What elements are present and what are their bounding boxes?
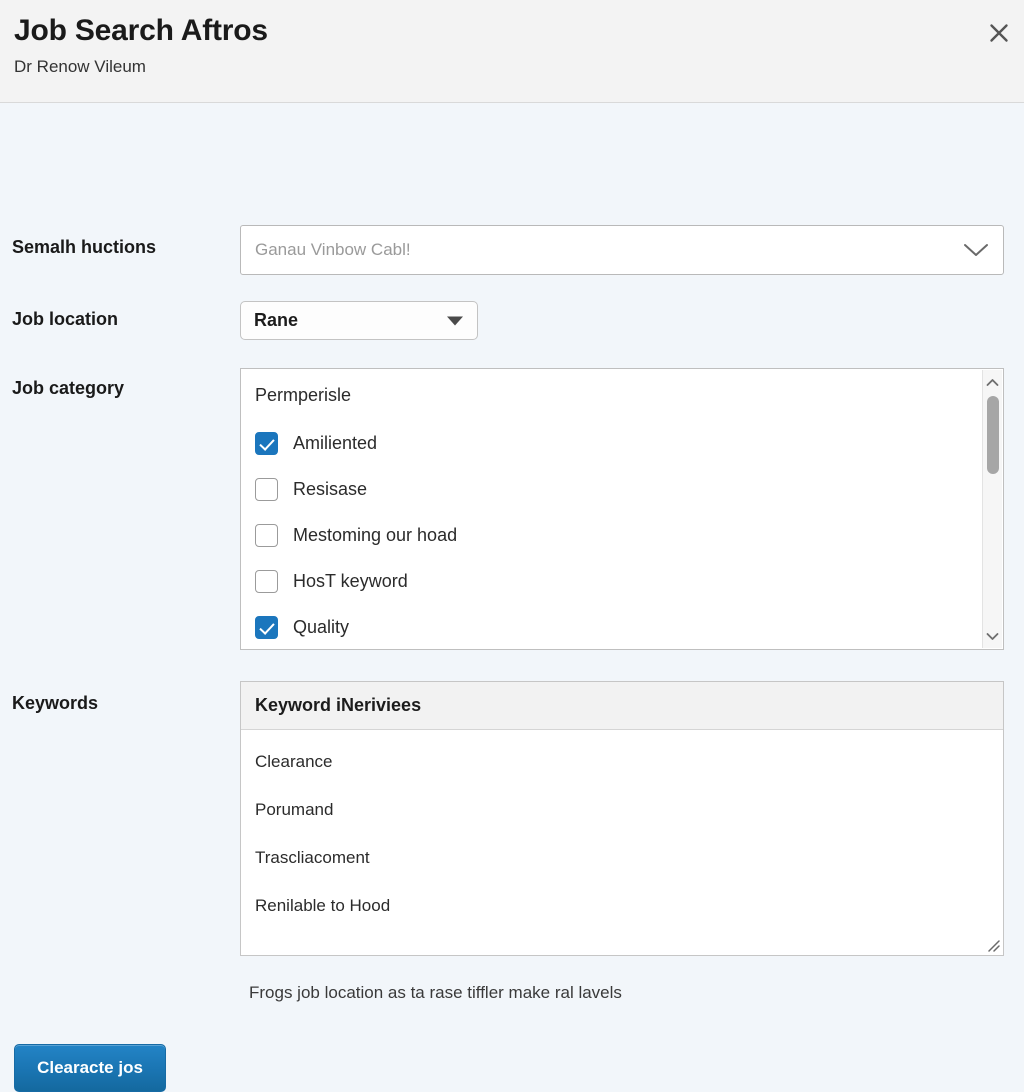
checkbox-icon-unchecked[interactable] <box>255 477 278 501</box>
search-combobox[interactable]: Ganau Vinbow Cabl! <box>240 225 1004 275</box>
list-item[interactable]: Renilable to Hood <box>255 882 1003 930</box>
job-location-value: Rane <box>254 310 299 330</box>
chevron-down-icon <box>964 244 988 256</box>
form-row-location: Job location Rane <box>0 301 1016 340</box>
checkbox-label-0: Amiliented <box>293 433 378 453</box>
list-item[interactable]: Trascliacoment <box>255 834 1003 882</box>
checkbox-label-1: Resisase <box>293 479 368 499</box>
keywords-panel-header: Keyword iNeriviees <box>241 682 1003 730</box>
close-button[interactable] <box>982 16 1016 50</box>
checkbox-icon-checked[interactable] <box>255 431 278 455</box>
scroll-up-button[interactable] <box>983 372 1003 392</box>
checkbox-label-2: Mestoming our hoad <box>293 525 458 545</box>
label-search-functions: Semalh huctions <box>12 237 157 257</box>
list-item[interactable]: Porumand <box>255 786 1003 834</box>
form-row-search: Semalh huctions Ganau Vinbow Cabl! <box>0 225 1016 275</box>
close-icon <box>990 24 1008 42</box>
search-input-placeholder: Ganau Vinbow Cabl! <box>255 240 411 259</box>
dialog-header: Job Search Aftros Dr Renow Vileum <box>0 0 1024 103</box>
job-location-select[interactable]: Rane <box>240 301 478 340</box>
label-job-location: Job location <box>12 309 119 329</box>
scrollbar-track[interactable] <box>983 392 1003 626</box>
label-keywords: Keywords <box>12 693 99 713</box>
job-search-dialog: Job Search Aftros Dr Renow Vileum Semalh… <box>0 0 1024 1092</box>
checkbox-item-0[interactable]: Amiliented <box>255 420 1003 466</box>
scroll-up-arrow-icon <box>986 378 999 386</box>
checkbox-item-2[interactable]: Mestoming our hoad <box>255 512 1003 558</box>
form-row-keywords: Keywords Keyword iNeriviees Clearance Po… <box>0 681 1016 956</box>
resize-grip-icon[interactable] <box>984 936 1000 952</box>
checkbox-icon-unchecked[interactable] <box>255 523 278 547</box>
scrollbar-thumb[interactable] <box>986 396 999 474</box>
form-row-category: Job category Permperisle Amiliented Resi… <box>0 368 1016 650</box>
job-category-listbox[interactable]: Permperisle Amiliented Resisase Mestomin… <box>240 368 1004 650</box>
checkbox-item-1[interactable]: Resisase <box>255 466 1003 512</box>
submit-button[interactable]: Clearacte jos <box>14 1044 166 1092</box>
scroll-down-button[interactable] <box>983 626 1003 646</box>
page-subtitle: Dr Renow Vileum <box>14 57 146 76</box>
scroll-down-arrow-icon <box>986 632 999 640</box>
checkbox-icon-unchecked[interactable] <box>255 569 278 593</box>
checkbox-item-4[interactable]: Quality <box>255 604 1003 649</box>
checkbox-item-3[interactable]: HosT keyword <box>255 558 1003 604</box>
list-item[interactable]: Clearance <box>255 738 1003 786</box>
job-category-options: Permperisle Amiliented Resisase Mestomin… <box>241 369 1003 649</box>
triangle-down-icon <box>447 316 463 325</box>
keywords-list: Clearance Porumand Trascliacoment Renila… <box>241 730 1003 930</box>
checkbox-icon-checked[interactable] <box>255 615 278 639</box>
page-title: Job Search Aftros <box>14 14 268 47</box>
keywords-panel[interactable]: Keyword iNeriviees Clearance Porumand Tr… <box>240 681 1004 956</box>
listbox-scrollbar[interactable] <box>982 370 1002 648</box>
job-category-group-label: Permperisle <box>255 385 352 405</box>
label-job-category: Job category <box>12 378 125 398</box>
checkbox-label-3: HosT keyword <box>293 571 408 591</box>
checkbox-label-4: Quality <box>293 617 350 637</box>
keywords-help-text: Frogs job location as ta rase tiffler ma… <box>249 983 622 1002</box>
